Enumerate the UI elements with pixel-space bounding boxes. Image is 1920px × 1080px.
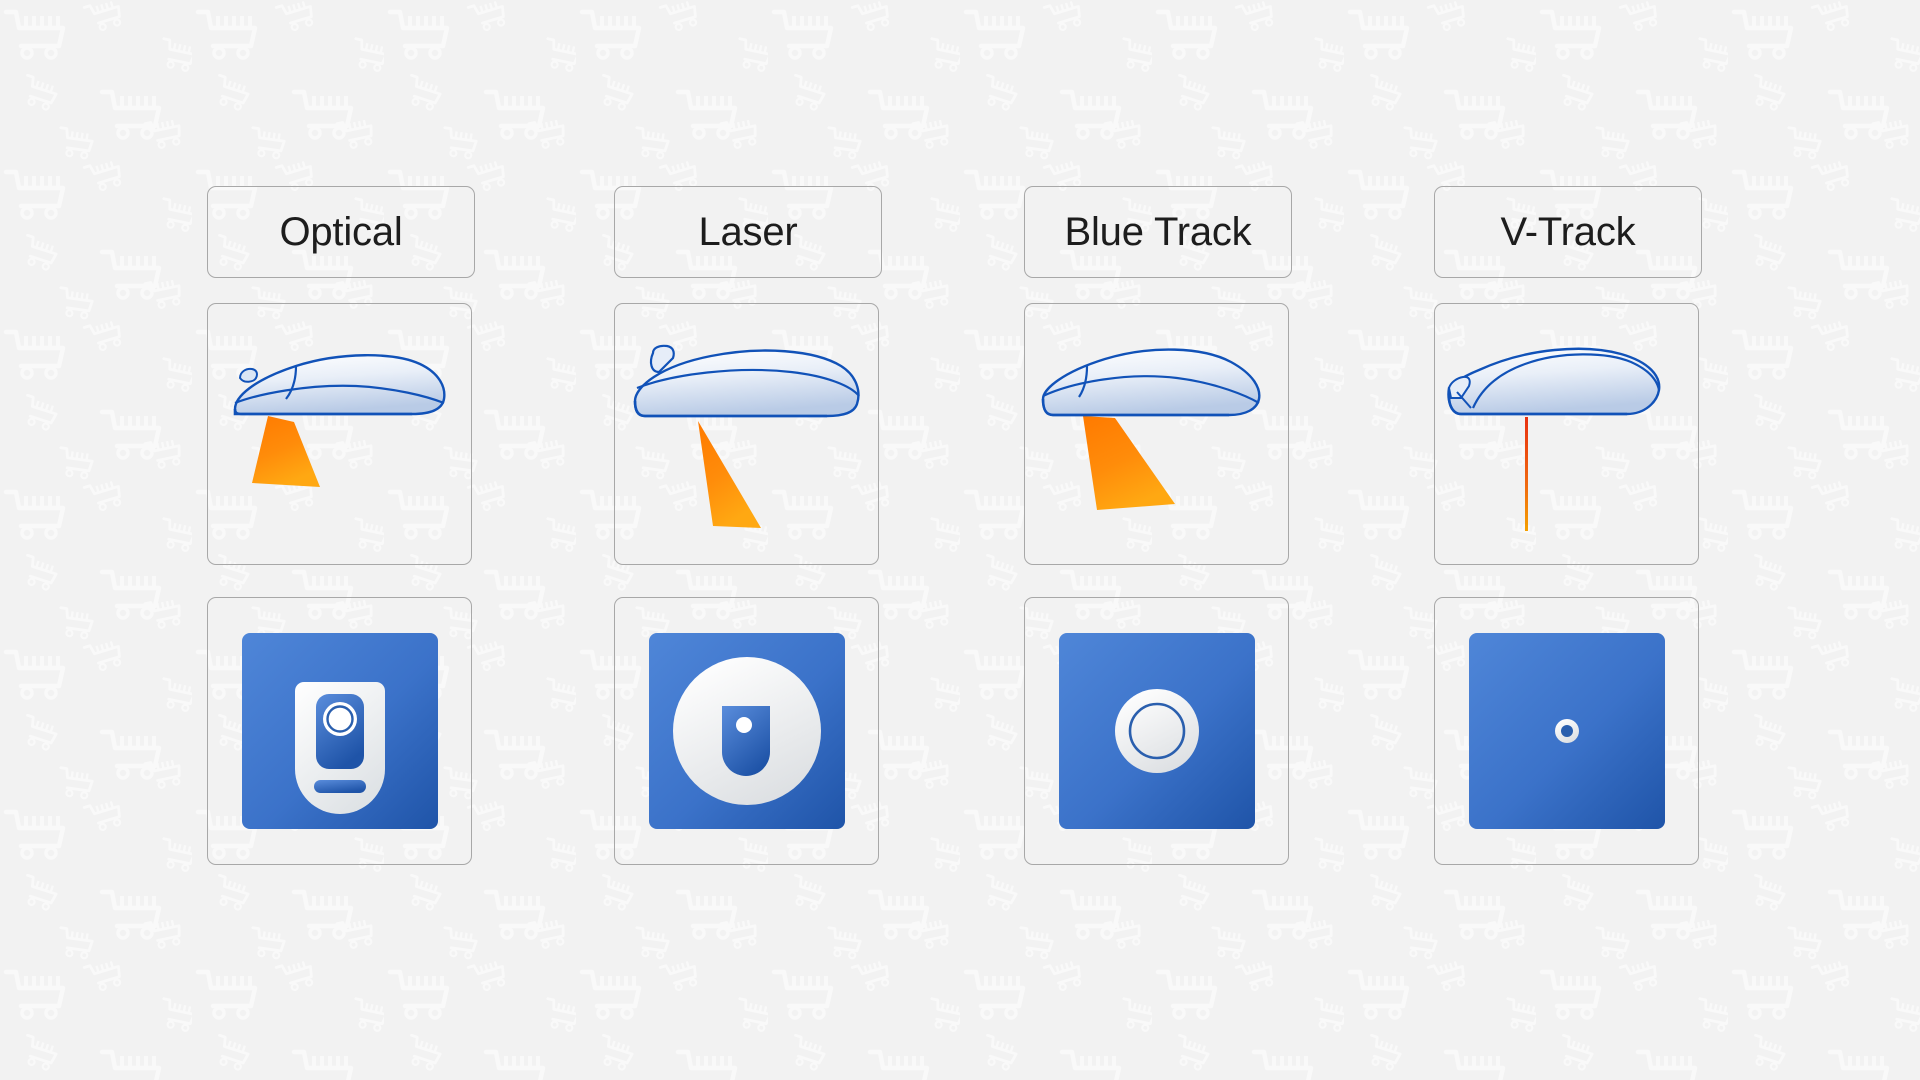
blue-track-sensor-icon — [1058, 633, 1255, 829]
v-track-sensor-icon — [1468, 633, 1665, 829]
column-optical: Optical — [207, 186, 475, 865]
label-card-v-track[interactable]: V-Track — [1434, 186, 1702, 278]
label-card-blue-track[interactable]: Blue Track — [1024, 186, 1292, 278]
optical-mouse-shape — [233, 354, 446, 416]
v-track-beam-line — [1525, 417, 1528, 531]
blue-track-mouse-shape — [1041, 348, 1261, 417]
label-text-optical: Optical — [279, 209, 403, 254]
laser-sensor-icon — [648, 633, 845, 829]
sensor-card-laser[interactable] — [614, 597, 879, 865]
label-text-laser: Laser — [698, 209, 798, 254]
illustration-card-blue-track[interactable] — [1024, 303, 1289, 565]
label-text-v-track: V-Track — [1500, 209, 1636, 254]
optical-sensor-icon — [241, 633, 438, 829]
illustration-card-optical[interactable] — [207, 303, 472, 565]
blue-track-beam-shape — [1083, 416, 1175, 510]
laser-mouse-shape — [633, 344, 860, 418]
label-card-laser[interactable]: Laser — [614, 186, 882, 278]
sensor-card-v-track[interactable] — [1434, 597, 1699, 865]
v-track-mouse-shape — [1447, 347, 1661, 416]
label-text-blue-track: Blue Track — [1064, 209, 1252, 254]
laser-beam-shape — [698, 421, 761, 528]
column-v-track: V-Track — [1434, 186, 1702, 865]
column-blue-track: Blue Track — [1024, 186, 1292, 865]
sensor-card-optical[interactable] — [207, 597, 472, 865]
sensor-card-blue-track[interactable] — [1024, 597, 1289, 865]
column-laser: Laser — [614, 186, 882, 865]
sensor-technology-comparison-grid: Optical Laser Blue Track V-Track — [0, 0, 1920, 1080]
label-card-optical[interactable]: Optical — [207, 186, 475, 278]
optical-beam-shape — [252, 416, 320, 487]
illustration-card-laser[interactable] — [614, 303, 879, 565]
illustration-card-v-track[interactable] — [1434, 303, 1699, 565]
